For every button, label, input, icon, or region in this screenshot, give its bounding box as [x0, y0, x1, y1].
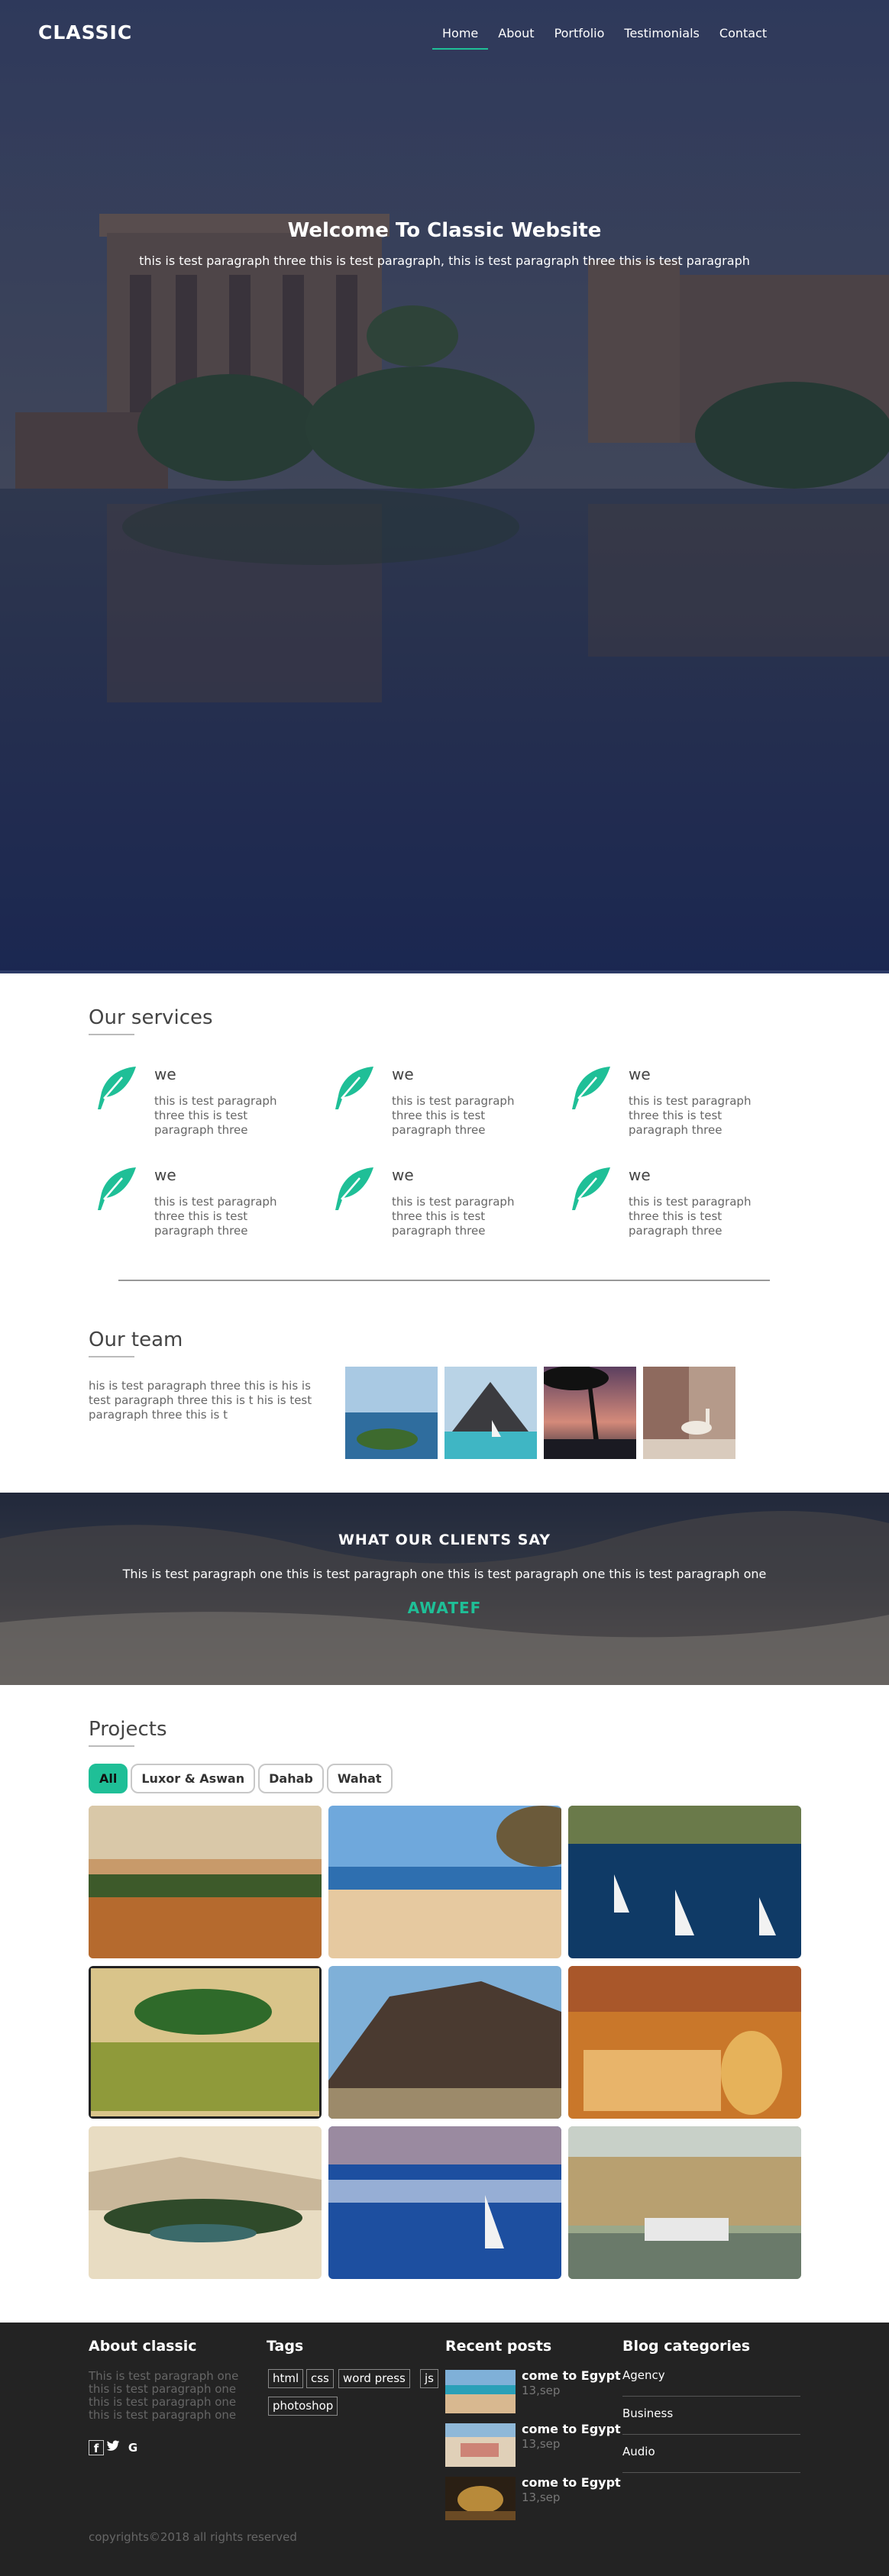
footer-categories-title: Blog categories [622, 2338, 751, 2355]
nav-testimonials[interactable]: Testimonials [614, 26, 710, 50]
post-date-2: 13,sep [522, 2437, 561, 2451]
post-thumbnail-1[interactable] [445, 2370, 516, 2413]
team-photo-2 [444, 1367, 537, 1459]
feather-icon [332, 1065, 375, 1111]
project-image-1[interactable] [89, 1806, 322, 1958]
hero-section [0, 0, 889, 973]
footer-about-text: This is test paragraph one this is test … [89, 2369, 239, 2422]
team-photo-4 [643, 1367, 735, 1459]
team-photo-3 [544, 1367, 636, 1459]
nav-portfolio[interactable]: Portfolio [545, 26, 615, 50]
filter-wahat[interactable]: Wahat [326, 1764, 393, 1793]
hero-subtitle: this is test paragraph three this is tes… [139, 253, 750, 268]
hero-overlay [0, 0, 889, 973]
twitter-icon[interactable] [105, 2440, 121, 2455]
filter-luxor-aswan[interactable]: Luxor & Aswan [131, 1764, 256, 1793]
projects-title: Projects [89, 1718, 167, 1747]
service-item: we this is test paragraph three this is t… [569, 1065, 790, 1149]
service-description: this is test paragraph three this is tes… [154, 1195, 277, 1238]
project-filters: All Luxor & Aswan Dahab Wahat [89, 1764, 393, 1793]
service-item: we this is test paragraph three this is t… [95, 1166, 316, 1250]
service-description: this is test paragraph three this is tes… [392, 1195, 515, 1238]
post-title-2[interactable]: come to Egypt [522, 2422, 621, 2436]
testimonials-title: WHAT OUR CLIENTS SAY [338, 1532, 551, 1548]
filter-all[interactable]: All [89, 1764, 128, 1793]
post-title-3[interactable]: come to Egypt [522, 2475, 621, 2490]
service-description: this is test paragraph three this is tes… [629, 1195, 752, 1238]
tag-photoshop[interactable]: photoshop [268, 2397, 338, 2416]
nav-home[interactable]: Home [432, 26, 489, 50]
project-image-7[interactable] [89, 2126, 322, 2279]
service-item: we this is test paragraph three this is t… [569, 1166, 790, 1250]
copyright-text: copyrights©2018 all rights reserved [89, 2530, 297, 2544]
services-title: Our services [89, 1006, 213, 1035]
service-name: we [629, 1166, 651, 1184]
service-description: this is test paragraph three this is tes… [629, 1094, 752, 1137]
project-image-8[interactable] [328, 2126, 561, 2279]
service-name: we [392, 1166, 414, 1184]
post-thumbnail-2[interactable] [445, 2423, 516, 2467]
category-business[interactable]: Business [622, 2407, 800, 2435]
section-divider [118, 1280, 770, 1281]
category-agency[interactable]: Agency [622, 2368, 800, 2397]
service-description: this is test paragraph three this is tes… [392, 1094, 515, 1137]
google-icon[interactable]: G [125, 2440, 141, 2455]
feather-icon [95, 1065, 137, 1111]
post-title-1[interactable]: come to Egypt [522, 2368, 621, 2383]
tag-wordpress[interactable]: word press [338, 2369, 410, 2388]
nav-contact[interactable]: Contact [710, 26, 777, 50]
hero-title: Welcome To Classic Website [287, 219, 602, 242]
post-date-3: 13,sep [522, 2490, 561, 2504]
team-description: his is test paragraph three this is his … [89, 1379, 312, 1422]
facebook-icon[interactable]: f [89, 2440, 104, 2455]
feather-icon [569, 1166, 612, 1212]
tag-css[interactable]: css [306, 2369, 334, 2388]
footer-tags-title: Tags [267, 2338, 304, 2355]
service-name: we [392, 1065, 414, 1083]
testimonial-author: AWATEF [407, 1599, 482, 1617]
tag-html[interactable]: html [268, 2369, 304, 2388]
filter-dahab[interactable]: Dahab [258, 1764, 324, 1793]
footer-about-title: About classic [89, 2338, 197, 2355]
project-image-5[interactable] [328, 1966, 561, 2119]
service-name: we [154, 1065, 176, 1083]
site-logo[interactable]: CLASSIC [38, 21, 132, 44]
team-photo-1 [345, 1367, 438, 1459]
testimonials-overlay [0, 1493, 889, 1685]
nav-about[interactable]: About [488, 26, 544, 50]
testimonials-section [0, 1493, 889, 1685]
project-image-6[interactable] [568, 1966, 801, 2119]
project-image-9[interactable] [568, 2126, 801, 2279]
project-image-2[interactable] [328, 1806, 561, 1958]
main-nav: Home About Portfolio Testimonials Contac… [432, 26, 777, 50]
feather-icon [95, 1166, 137, 1212]
post-thumbnail-3[interactable] [445, 2477, 516, 2520]
service-description: this is test paragraph three this is tes… [154, 1094, 277, 1137]
project-image-4[interactable] [89, 1966, 322, 2119]
footer-posts-title: Recent posts [445, 2338, 552, 2355]
team-title: Our team [89, 1328, 183, 1357]
feather-icon [332, 1166, 375, 1212]
post-date-1: 13,sep [522, 2384, 561, 2397]
feather-icon [569, 1065, 612, 1111]
service-item: we this is test paragraph three this is t… [95, 1065, 316, 1149]
category-audio[interactable]: Audio [622, 2445, 800, 2473]
tag-js[interactable]: js [420, 2369, 438, 2388]
service-name: we [629, 1065, 651, 1083]
testimonial-quote: This is test paragraph one this is test … [122, 1567, 767, 1581]
service-item: we this is test paragraph three this is t… [332, 1065, 554, 1149]
project-image-3[interactable] [568, 1806, 801, 1958]
hero-bottom-border [0, 970, 889, 973]
service-name: we [154, 1166, 176, 1184]
service-item: we this is test paragraph three this is t… [332, 1166, 554, 1250]
